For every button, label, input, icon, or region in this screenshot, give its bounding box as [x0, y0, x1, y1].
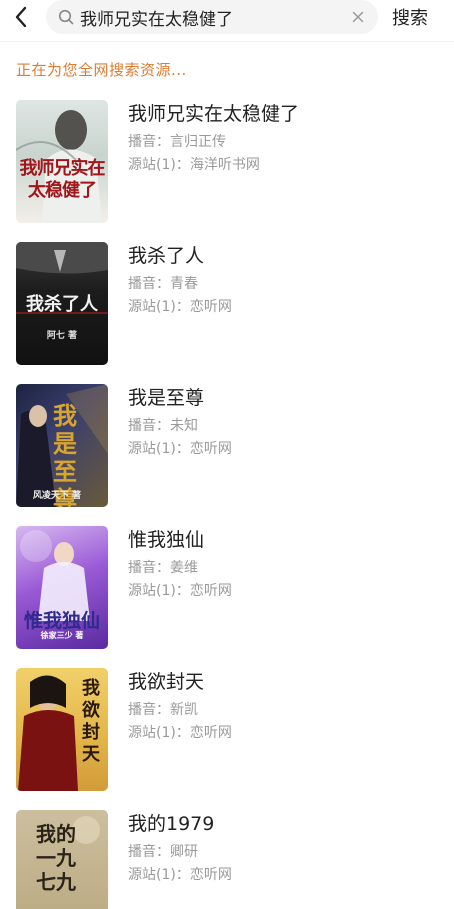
result-info: 我杀了人 播音：青春 源站(1)：恋听网: [128, 242, 232, 384]
result-source: 源站(1)：海洋听书网: [128, 157, 260, 173]
cover-title: 我欲封天: [82, 678, 100, 765]
header-divider: [0, 41, 454, 42]
cover-title: 我杀了人: [26, 294, 98, 315]
book-cover: 我欲封天: [16, 668, 108, 791]
result-narrator: 播音：姜维: [128, 560, 198, 576]
search-icon: [58, 8, 76, 26]
result-item-4[interactable]: 惟我独仙 徐家三少 著 惟我独仙 播音：姜维 源站(1)：恋听网: [0, 526, 454, 668]
result-title: 我杀了人: [128, 245, 205, 267]
result-item-3[interactable]: 我是至尊 风凌天下 著 我是至尊 播音：未知 源站(1)：恋听网: [0, 384, 454, 526]
back-arrow-icon: [15, 6, 27, 28]
book-cover: 我师兄实在太稳健了: [16, 100, 108, 223]
result-narrator: 播音：言归正传: [128, 134, 226, 150]
result-source: 源站(1)：恋听网: [128, 299, 232, 315]
cover-author: 阿七 著: [46, 331, 78, 341]
clear-search-button[interactable]: [348, 7, 368, 27]
search-button[interactable]: 搜索: [392, 4, 428, 30]
book-cover: 惟我独仙 徐家三少 著: [16, 526, 108, 649]
result-narrator: 播音：新凯: [128, 702, 198, 718]
result-source: 源站(1)：恋听网: [128, 583, 232, 599]
result-item-6[interactable]: 我的一九七九 我的1979 播音：卿研 源站(1)：恋听网: [0, 810, 454, 909]
result-source: 源站(1)：恋听网: [128, 867, 232, 883]
result-title: 惟我独仙: [128, 529, 205, 551]
result-source: 源站(1)：恋听网: [128, 441, 232, 457]
result-item-5[interactable]: 我欲封天 我欲封天 播音：新凯 源站(1)：恋听网: [0, 668, 454, 810]
book-cover: 我杀了人 阿七 著: [16, 242, 108, 365]
cover-title: 我的一九七九: [36, 822, 76, 894]
result-info: 我的1979 播音：卿研 源站(1)：恋听网: [128, 810, 232, 909]
search-box[interactable]: [46, 0, 378, 34]
result-info: 我是至尊 播音：未知 源站(1)：恋听网: [128, 384, 232, 526]
cover-title: 惟我独仙: [23, 610, 100, 632]
result-title: 我师兄实在太稳健了: [128, 103, 300, 125]
result-source: 源站(1)：恋听网: [128, 725, 232, 741]
close-icon: [352, 11, 364, 23]
back-button[interactable]: [0, 0, 42, 34]
result-narrator: 播音：未知: [128, 418, 198, 434]
result-title: 我欲封天: [128, 671, 205, 693]
result-info: 我师兄实在太稳健了 播音：言归正传 源站(1)：海洋听书网: [128, 100, 299, 242]
book-cover: 我的一九七九: [16, 810, 108, 909]
search-status: 正在为您全网搜索资源...: [16, 61, 187, 79]
search-results-page: 搜索 正在为您全网搜索资源... 我师兄实在太稳健了 我师兄实在太稳健了 播音：…: [0, 0, 454, 909]
result-narrator: 播音：卿研: [128, 844, 198, 860]
cover-author: 风凌天下 著: [32, 491, 82, 501]
cover-title: 我师兄实在太稳健了: [19, 158, 106, 201]
result-title: 我的1979: [128, 813, 215, 835]
cover-author: 徐家三少 著: [40, 630, 84, 640]
book-cover: 我是至尊 风凌天下 著: [16, 384, 108, 507]
search-header: 搜索: [0, 0, 454, 34]
result-title: 我是至尊: [128, 387, 205, 409]
search-input[interactable]: [80, 2, 348, 32]
result-item-2[interactable]: 我杀了人 阿七 著 我杀了人 播音：青春 源站(1)：恋听网: [0, 242, 454, 384]
result-narrator: 播音：青春: [128, 276, 198, 292]
result-item-1[interactable]: 我师兄实在太稳健了 我师兄实在太稳健了 播音：言归正传 源站(1)：海洋听书网: [0, 100, 454, 242]
result-list: 我师兄实在太稳健了 我师兄实在太稳健了 播音：言归正传 源站(1)：海洋听书网 …: [0, 100, 454, 909]
result-info: 我欲封天 播音：新凯 源站(1)：恋听网: [128, 668, 232, 810]
result-info: 惟我独仙 播音：姜维 源站(1)：恋听网: [128, 526, 232, 668]
